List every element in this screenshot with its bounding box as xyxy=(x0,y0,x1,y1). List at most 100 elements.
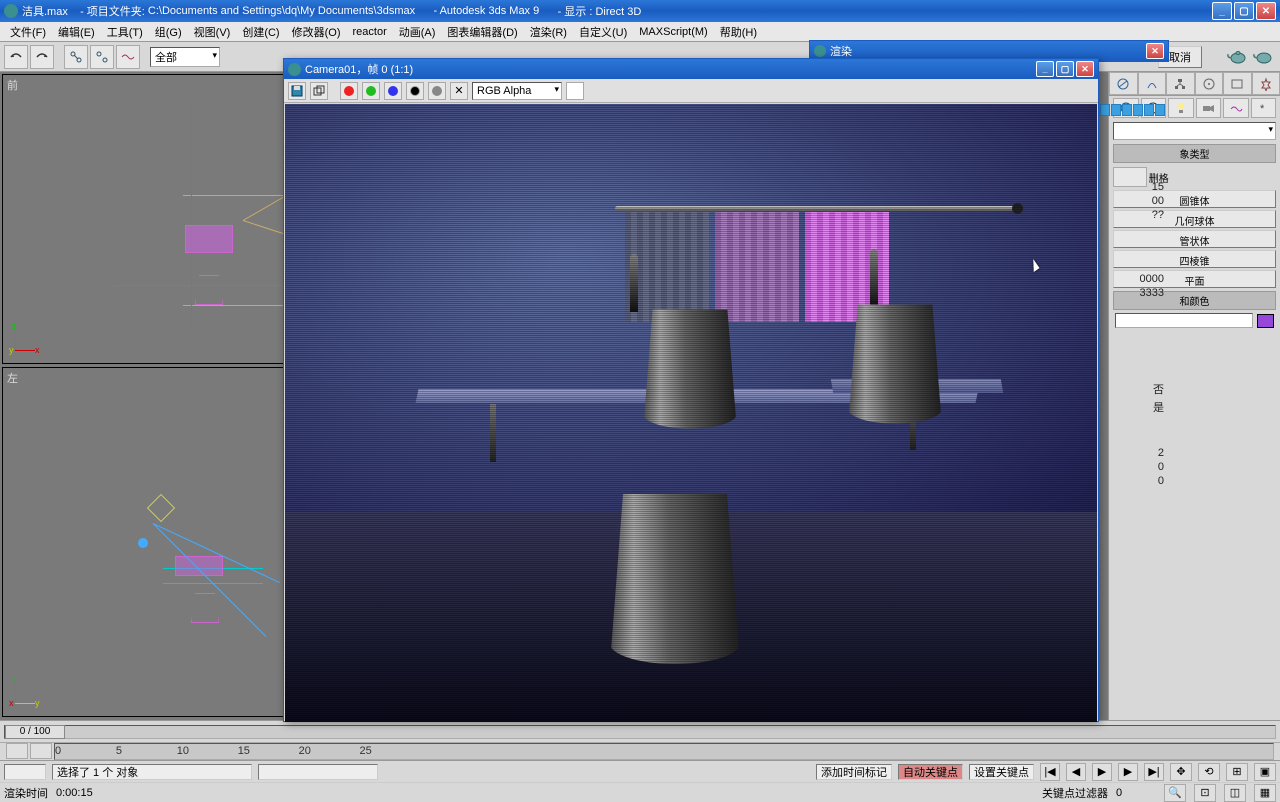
param-2c: 0 xyxy=(1100,474,1170,488)
menu-render[interactable]: 渲染(R) xyxy=(524,22,573,42)
time-slider-track[interactable]: 0 / 100 xyxy=(4,725,1276,739)
undo-button[interactable] xyxy=(4,45,28,69)
param-3333: 3333 xyxy=(1100,286,1170,300)
param-2b: 0 xyxy=(1100,460,1170,474)
window-maximize[interactable]: ▢ xyxy=(1234,2,1254,20)
trackbar-ruler[interactable]: 0 5 10 15 20 25 xyxy=(54,743,1274,760)
render-window-icon xyxy=(288,63,301,76)
menu-animation[interactable]: 动画(A) xyxy=(393,22,442,42)
unlink-button[interactable] xyxy=(90,45,114,69)
menu-reactor[interactable]: reactor xyxy=(347,24,393,40)
redo-button[interactable] xyxy=(30,45,54,69)
channel-dropdown[interactable]: RGB Alpha xyxy=(472,82,562,100)
render-scene xyxy=(285,104,1097,722)
channel-green-button[interactable] xyxy=(362,82,380,100)
param-tog2: 是 xyxy=(1100,398,1170,416)
menu-create[interactable]: 创建(C) xyxy=(236,22,285,42)
menu-file[interactable]: 文件(F) xyxy=(4,22,52,42)
tab-motion[interactable] xyxy=(1195,72,1224,95)
menu-modifiers[interactable]: 修改器(O) xyxy=(286,22,347,42)
object-color-swatch[interactable] xyxy=(1257,314,1274,328)
title-filename: 洁具.max xyxy=(22,3,68,19)
render-dialog-icon xyxy=(814,45,826,57)
viewport-left-label: 左 xyxy=(7,370,18,386)
clone-window-button[interactable] xyxy=(310,82,328,100)
key-filter-button[interactable]: 关键点过滤器 xyxy=(1042,785,1108,801)
menu-help[interactable]: 帮助(H) xyxy=(714,22,763,42)
menu-maxscript[interactable]: MAXScript(M) xyxy=(633,24,713,40)
window-minimize[interactable]: _ xyxy=(1212,2,1232,20)
menu-graph[interactable]: 图表编辑器(D) xyxy=(441,22,523,42)
channel-alpha-button[interactable] xyxy=(406,82,424,100)
systems-category-icon[interactable]: * xyxy=(1251,98,1277,118)
clear-button[interactable]: ✕ xyxy=(450,82,468,100)
param-qq: ?? xyxy=(1100,208,1170,222)
nav-zoom-all-button[interactable]: ⊡ xyxy=(1194,784,1216,802)
lights-category-icon[interactable] xyxy=(1168,98,1194,118)
render-dialog-close[interactable]: ✕ xyxy=(1146,43,1164,59)
trackbar-toggle[interactable] xyxy=(6,743,28,759)
track-bar[interactable]: 0 5 10 15 20 25 xyxy=(0,742,1280,760)
viewport-front-label: 前 xyxy=(7,77,18,93)
time-slider[interactable]: 0 / 100 xyxy=(0,720,1280,742)
background-color-swatch[interactable] xyxy=(566,82,584,100)
window-close[interactable]: ✕ xyxy=(1256,2,1276,20)
menu-group[interactable]: 组(G) xyxy=(149,22,188,42)
render-window-toolbar: ✕ RGB Alpha xyxy=(284,79,1098,103)
channel-blue-button[interactable] xyxy=(384,82,402,100)
param-0000: 0000 xyxy=(1100,272,1170,286)
title-display: - 显示 : Direct 3D xyxy=(558,3,642,19)
title-project-path: C:\Documents and Settings\dq\My Document… xyxy=(148,5,415,17)
param-15: 15 xyxy=(1100,180,1170,194)
status-bar: 选择了 1 个 对象 添加时间标记 自动关键点 设置关键点 |◀ ◀ ▶ ▶ ▶… xyxy=(0,760,1280,782)
title-project-label: - 项目文件夹: xyxy=(80,3,148,19)
status-bar-2: 渲染时间 0:00:15 关键点过滤器 0 🔍 ⊡ ◫ ▦ xyxy=(0,782,1280,802)
render-progress xyxy=(1100,104,1165,116)
svg-text:*: * xyxy=(1260,103,1265,115)
link-button[interactable] xyxy=(64,45,88,69)
render-time-value: 0:00:15 xyxy=(56,787,93,799)
menu-view[interactable]: 视图(V) xyxy=(188,22,237,42)
tab-hierarchy[interactable] xyxy=(1166,72,1195,95)
render-frame-window[interactable]: Camera01，帧 0 (1:1) _ ▢ ✕ ✕ RGB Alpha xyxy=(283,58,1099,722)
render-window-titlebar[interactable]: Camera01，帧 0 (1:1) _ ▢ ✕ xyxy=(284,59,1098,79)
current-frame-field[interactable]: 0 xyxy=(1116,787,1156,799)
render-dialog-title: 渲染 xyxy=(830,43,852,59)
nav-zoom-button[interactable]: 🔍 xyxy=(1164,784,1186,802)
param-2a: 2 xyxy=(1100,446,1170,460)
title-spacer xyxy=(68,5,80,17)
render-window-title: Camera01，帧 0 (1:1) xyxy=(305,61,413,77)
app-titlebar: 洁具.max - 项目文件夹: C:\Documents and Setting… xyxy=(0,0,1280,22)
render-window-minimize[interactable]: _ xyxy=(1036,61,1054,77)
param-00: 00 xyxy=(1100,194,1170,208)
render-window-maximize[interactable]: ▢ xyxy=(1056,61,1074,77)
render-time-label: 渲染时间 xyxy=(4,785,48,801)
bind-spacewarp-button[interactable] xyxy=(116,45,140,69)
nav-max-toggle-button[interactable]: ▦ xyxy=(1254,784,1276,802)
menu-tools[interactable]: 工具(T) xyxy=(101,22,149,42)
menu-customize[interactable]: 自定义(U) xyxy=(573,22,633,42)
render-window-close[interactable]: ✕ xyxy=(1076,61,1094,77)
nav-region-button[interactable]: ◫ xyxy=(1224,784,1246,802)
object-type-dropdown[interactable] xyxy=(1113,122,1276,140)
selection-filter-dropdown[interactable]: 全部 xyxy=(150,47,220,67)
tab-utilities[interactable] xyxy=(1252,72,1280,95)
save-image-button[interactable] xyxy=(288,82,306,100)
tab-display[interactable] xyxy=(1223,72,1252,95)
render-scene-button[interactable] xyxy=(1226,46,1250,68)
helpers-category-icon[interactable] xyxy=(1223,98,1249,118)
time-slider-thumb[interactable]: 0 / 100 xyxy=(5,725,65,739)
app-icon xyxy=(4,4,18,18)
menu-edit[interactable]: 编辑(E) xyxy=(52,22,101,42)
trackbar-keys-toggle[interactable] xyxy=(30,743,52,759)
channel-red-button[interactable] xyxy=(340,82,358,100)
quick-render-button[interactable] xyxy=(1252,46,1276,68)
param-tog1: 否 xyxy=(1100,380,1170,398)
title-app: - Autodesk 3ds Max 9 xyxy=(433,5,539,17)
monochrome-button[interactable] xyxy=(428,82,446,100)
tab-create[interactable] xyxy=(1109,72,1138,95)
menu-bar: 文件(F) 编辑(E) 工具(T) 组(G) 视图(V) 创建(C) 修改器(O… xyxy=(0,22,1280,42)
render-viewport[interactable] xyxy=(285,104,1097,722)
cameras-category-icon[interactable] xyxy=(1196,98,1222,118)
tab-modify[interactable] xyxy=(1138,72,1167,95)
